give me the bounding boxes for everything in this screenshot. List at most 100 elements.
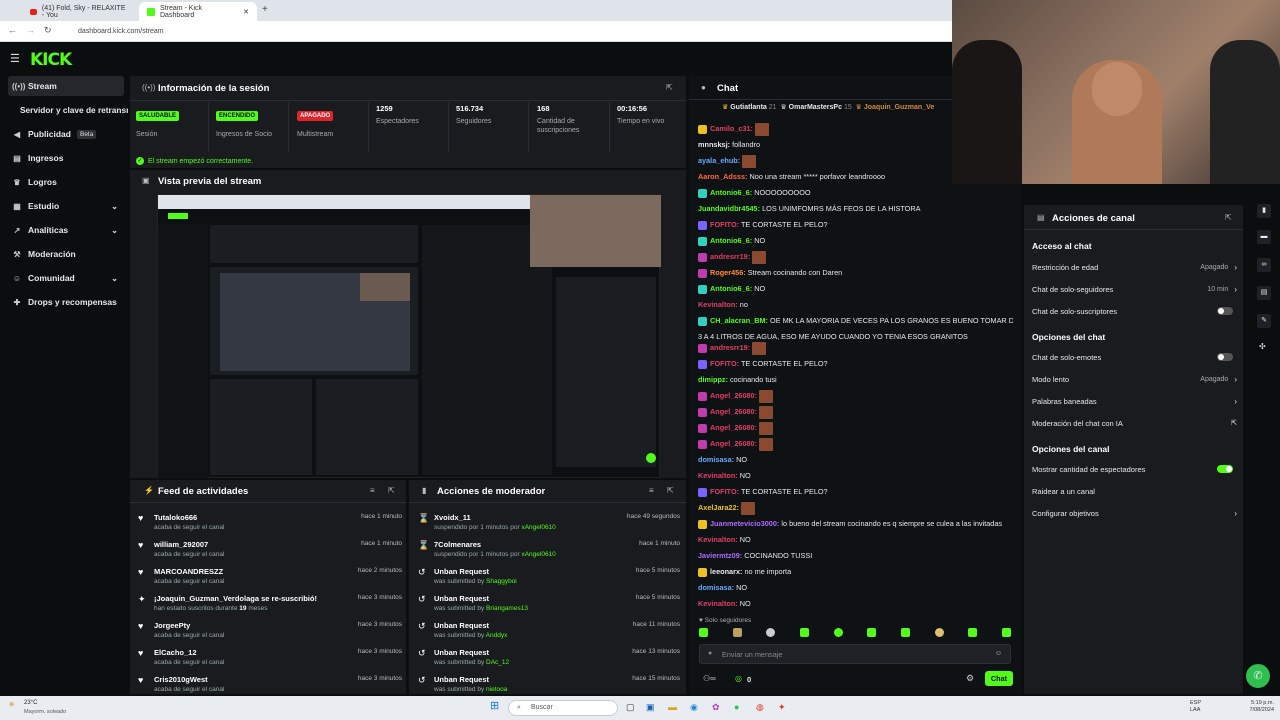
emote-icon[interactable]: [1001, 628, 1011, 637]
puzzle-icon[interactable]: ✣: [1259, 342, 1266, 351]
sidebar-item-studio[interactable]: ▦ Estudio ⌄: [8, 196, 124, 216]
mod-name[interactable]: Unban Request: [434, 675, 507, 684]
filter-icon[interactable]: ≡: [370, 486, 375, 495]
points-icon[interactable]: ⚇∞: [703, 674, 716, 683]
row-banned-words[interactable]: Palabras baneadas ›: [1032, 392, 1237, 410]
emotes-only-toggle[interactable]: [1217, 353, 1233, 361]
app-icon[interactable]: ✿: [712, 702, 720, 713]
show-viewers-toggle[interactable]: [1217, 465, 1233, 473]
send-chat-button[interactable]: Chat: [985, 671, 1013, 686]
forward-icon[interactable]: →: [26, 25, 35, 35]
mod-by[interactable]: Shaggyboi: [486, 578, 517, 585]
chat-username[interactable]: Angel_26080:: [710, 423, 757, 432]
browser-tab-kick[interactable]: Stream - Kick Dashboard ✕: [139, 2, 257, 21]
gear-icon[interactable]: ⚙: [966, 673, 974, 684]
kick-logo[interactable]: KICK: [30, 50, 72, 70]
chat-username[interactable]: Antonio6_6:: [710, 188, 752, 197]
close-tab-icon[interactable]: ✕: [243, 8, 249, 16]
emoji-icon[interactable]: ☺: [995, 650, 1002, 657]
mod-name[interactable]: 7Colmenares: [434, 540, 556, 549]
chat-username[interactable]: andresrr19:: [710, 343, 750, 352]
mod-by[interactable]: nietooa: [486, 686, 507, 693]
wrench-icon[interactable]: ✎: [1257, 314, 1271, 328]
chat-username[interactable]: Javiermtz09:: [698, 551, 742, 560]
mod-by[interactable]: Anddyx: [486, 632, 508, 639]
sidebar-item-moderation[interactable]: ⚒ Moderación: [8, 244, 124, 264]
feed-name[interactable]: william_292007: [154, 540, 224, 549]
mod-name[interactable]: Xvoidx_11: [434, 513, 556, 522]
emote-icon[interactable]: [732, 628, 742, 637]
chat-username[interactable]: Antonio6_6:: [710, 236, 752, 245]
chat-username[interactable]: CH_alacran_BM:: [710, 316, 768, 325]
emote-icon[interactable]: [833, 628, 843, 637]
expand-icon[interactable]: ⇱: [667, 486, 674, 495]
taskbar-search[interactable]: ⌕ Buscar: [508, 700, 618, 716]
weather-temp[interactable]: 23°C: [24, 700, 37, 706]
emote-icon[interactable]: [867, 628, 877, 637]
expand-icon[interactable]: ⇱: [666, 83, 673, 92]
emote-icon[interactable]: [900, 628, 910, 637]
feed-name[interactable]: ElCacho_12: [154, 648, 224, 657]
row-age-restriction[interactable]: Restricción de edad Apagado ›: [1032, 258, 1237, 276]
emote-icon[interactable]: [934, 628, 944, 637]
row-subscribers-only[interactable]: Chat de solo-suscriptores: [1032, 302, 1237, 320]
chat-username[interactable]: leeonarx:: [710, 567, 742, 576]
emote-icon[interactable]: [968, 628, 978, 637]
mod-by[interactable]: xAngel0610: [521, 551, 555, 558]
chat-username[interactable]: Angel_26080:: [710, 439, 757, 448]
gifter-name[interactable]: OmarMastersPc: [789, 104, 842, 111]
row-slow-mode[interactable]: Modo lento Apagado ›: [1032, 370, 1237, 388]
chat-username[interactable]: andresrr19:: [710, 252, 750, 261]
row-emotes-only[interactable]: Chat de solo-emotes: [1032, 348, 1237, 366]
filter-icon[interactable]: ≡: [649, 486, 654, 495]
clock[interactable]: 5:19 p.m. 7/08/2024: [1236, 700, 1274, 714]
mod-name[interactable]: Unban Request: [434, 567, 517, 576]
row-configure-goals[interactable]: Configurar objetivos ›: [1032, 504, 1237, 522]
gifter-name[interactable]: Joaquin_Guzman_Ve: [864, 104, 934, 111]
menu-icon[interactable]: ☰: [10, 52, 20, 65]
sidebar-item-ads[interactable]: ◀ Publicidad Beta: [8, 124, 124, 144]
chat-username[interactable]: Kevinalton:: [698, 471, 738, 480]
feed-name[interactable]: JorgeePty: [154, 621, 224, 630]
chat-username[interactable]: mnnsksj:: [698, 140, 730, 149]
chat-username[interactable]: Juanmetevicio3000:: [710, 519, 779, 528]
feed-name[interactable]: Tutaloko666: [154, 513, 224, 522]
chat-username[interactable]: FOFITO:: [710, 359, 739, 368]
mod-name[interactable]: Unban Request: [434, 648, 509, 657]
sidebar-item-stream[interactable]: ((•)) Stream: [8, 76, 124, 96]
edge-icon[interactable]: ◉: [690, 702, 698, 713]
chat-username[interactable]: Kevinalton:: [698, 535, 738, 544]
stream-preview-video[interactable]: [157, 194, 661, 479]
chat-username[interactable]: Kevinalton:: [698, 599, 738, 608]
row-ai-moderation[interactable]: Moderación del chat con IA ⇱: [1032, 414, 1237, 432]
task-view-icon[interactable]: ▢: [626, 702, 635, 713]
url-field[interactable]: dashboard.kick.com/stream: [68, 25, 948, 38]
sidebar-item-community[interactable]: ☺ Comunidad ⌄: [8, 268, 124, 288]
store-icon[interactable]: ▣: [646, 702, 655, 713]
windows-start-icon[interactable]: ⊞: [490, 700, 502, 712]
expand-icon[interactable]: ⇱: [1225, 213, 1232, 222]
chat-username[interactable]: Aaron_Adsss:: [698, 172, 747, 181]
chat-username[interactable]: Angel_26080:: [710, 391, 757, 400]
chat-username[interactable]: FOFITO:: [710, 487, 739, 496]
mod-by[interactable]: xAngel0610: [521, 524, 555, 531]
layout-icon[interactable]: ▮: [1257, 204, 1271, 218]
folder-icon[interactable]: ▬: [668, 702, 677, 712]
emote-icon[interactable]: [699, 628, 708, 637]
feed-name[interactable]: ¡Joaquin_Guzman_Verdolaga se re-suscribi…: [154, 594, 344, 603]
chrome-icon[interactable]: ◍: [756, 702, 764, 713]
sidebar-item-server-key[interactable]: Servidor y clave de retransm: [16, 100, 128, 120]
app-red-icon[interactable]: ✦: [778, 702, 786, 713]
chat-username[interactable]: FOFITO:: [710, 220, 739, 229]
sidebar-item-achievements[interactable]: ♛ Logros: [8, 172, 124, 192]
row-raid-channel[interactable]: Raidear a un canal: [1032, 482, 1237, 500]
feed-name[interactable]: MARCOANDRESZZ: [154, 567, 224, 576]
reload-icon[interactable]: ↻: [44, 25, 52, 36]
chat-input[interactable]: ● Enviar un mensaje ☺: [699, 644, 1011, 664]
chat-username[interactable]: Juandavidbr4545:: [698, 204, 760, 213]
chat-username[interactable]: Angel_26080:: [710, 407, 757, 416]
mod-by[interactable]: DAc_12: [486, 659, 509, 666]
emote-icon[interactable]: [766, 628, 776, 637]
expand-icon[interactable]: ⇱: [388, 486, 395, 495]
mod-name[interactable]: Unban Request: [434, 594, 528, 603]
